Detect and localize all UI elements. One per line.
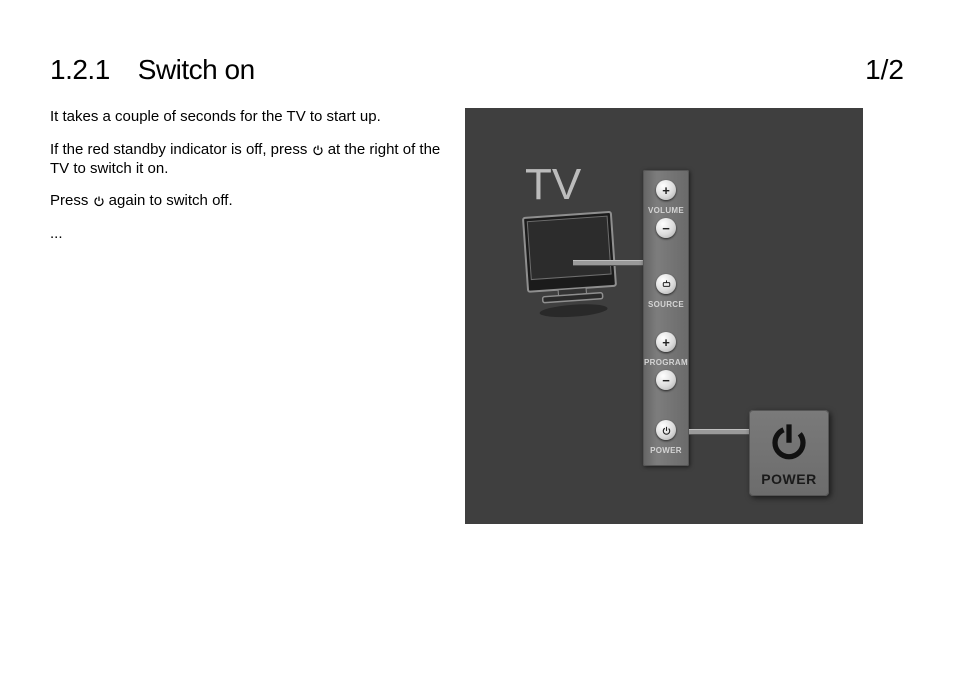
section-number: 1.2.1 [50,54,110,86]
paragraph-2: If the red standby indicator is off, pre… [50,141,450,179]
power-icon [768,420,810,462]
program-up-button[interactable]: + [656,332,676,352]
source-label: SOURCE [643,300,689,309]
volume-down-button[interactable]: − [656,218,676,238]
panel-power-button[interactable] [656,420,676,440]
panel-power-label: POWER [643,446,689,455]
power-callout-label: POWER [749,471,829,487]
instruction-text: It takes a couple of seconds for the TV … [50,108,450,524]
volume-up-button[interactable]: + [656,180,676,200]
source-button[interactable] [656,274,676,294]
paragraph-1: It takes a couple of seconds for the TV … [50,108,450,127]
ellipsis: ... [50,225,450,244]
program-down-button[interactable]: − [656,370,676,390]
tv-figure: TV + VOLUME [465,108,863,524]
section-title: Switch on [138,54,255,86]
power-icon [93,195,105,207]
power-icon [312,144,324,156]
tv-side-panel: + VOLUME − SOURCE + [643,170,689,466]
tv-illustration-icon [513,210,623,330]
paragraph-3: Press again to switch off. [50,192,450,211]
page-indicator: 1/2 [865,54,904,86]
power-callout: POWER [749,410,829,496]
tv-label: TV [525,160,581,210]
program-label: PROGRAM [643,358,689,367]
volume-label: VOLUME [643,206,689,215]
